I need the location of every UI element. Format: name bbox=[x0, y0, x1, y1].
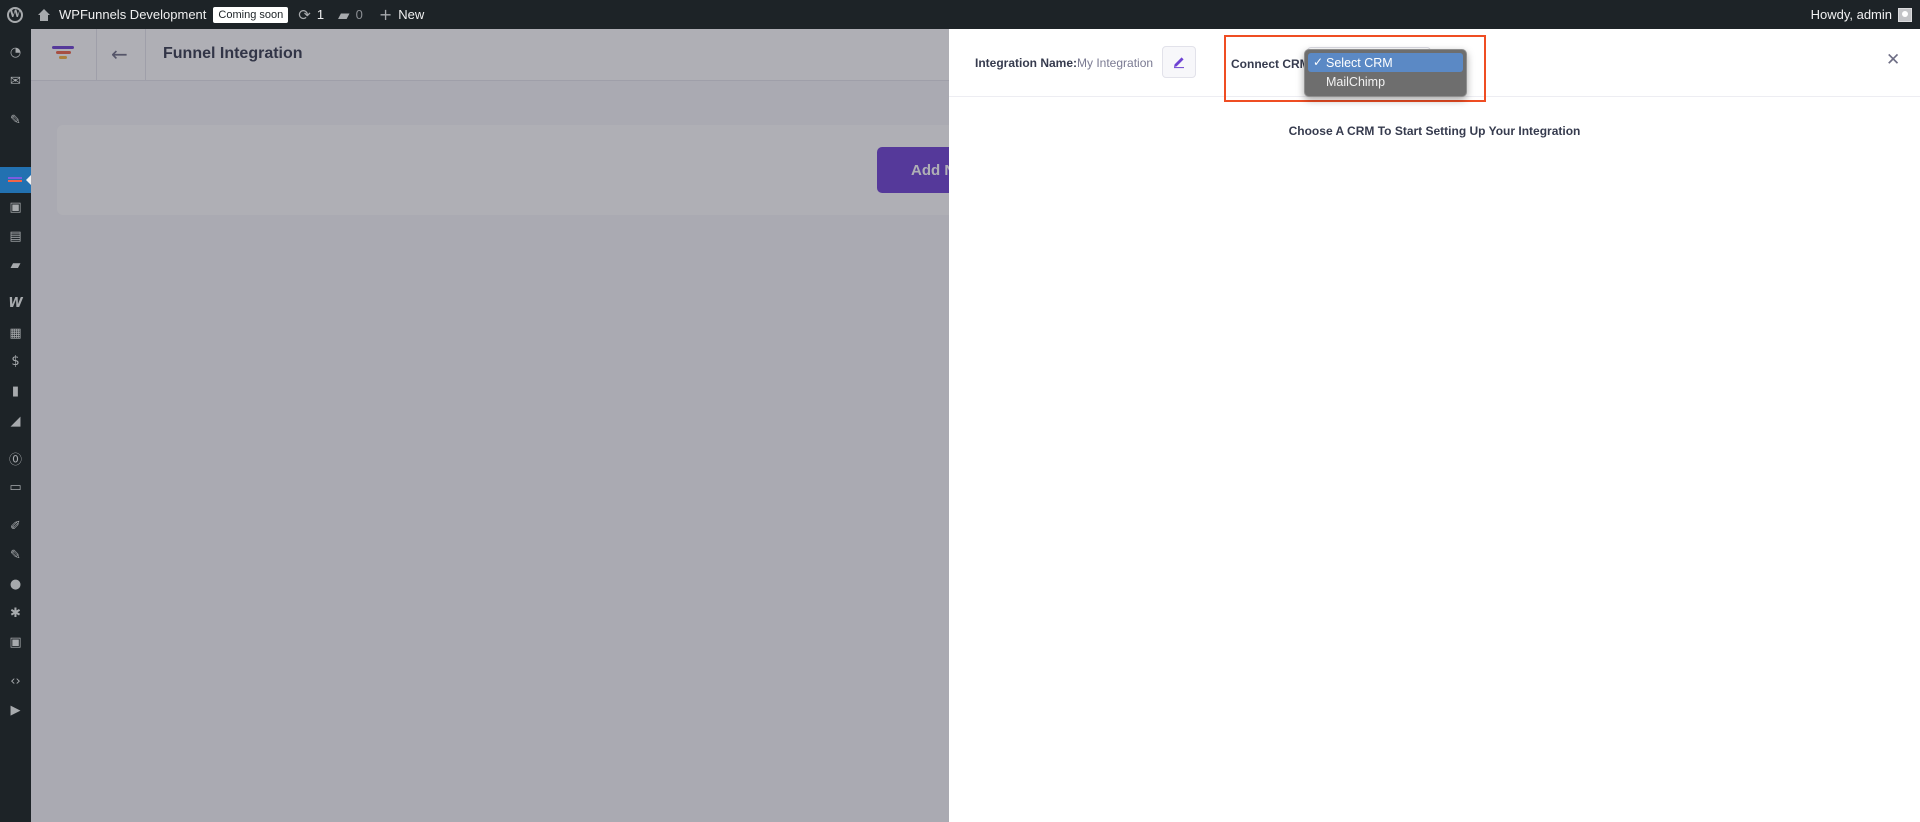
payments-icon[interactable]: $ bbox=[8, 354, 23, 369]
dashboard-icon[interactable]: ◔ bbox=[8, 45, 23, 60]
new-content-link[interactable]: + New bbox=[371, 0, 432, 29]
coming-soon-badge[interactable]: Coming soon bbox=[213, 6, 289, 23]
my-account-link[interactable]: Howdy, admin bbox=[1811, 0, 1912, 29]
media-icon[interactable]: ▣ bbox=[8, 200, 23, 215]
pin-icon[interactable]: ✎ bbox=[8, 113, 23, 128]
comments-icon[interactable]: ▰ bbox=[8, 258, 23, 273]
site-name: WPFunnels Development bbox=[59, 7, 207, 22]
close-icon[interactable]: ✕ bbox=[1886, 50, 1900, 70]
option-label: MailChimp bbox=[1326, 74, 1386, 89]
templates-icon[interactable]: ▭ bbox=[8, 480, 23, 495]
admin-sidebar-menu: ◔ ✉ ✎ ▣ ▤ ▰ W ▦ $ ▮ ◢ ⓪ ▭ ✐ ✎ ● ✱ ▣ ‹› ▶ bbox=[0, 29, 31, 822]
empty-state-message: Choose A CRM To Start Setting Up Your In… bbox=[1288, 124, 1581, 138]
checkmark-icon: ✓ bbox=[1313, 55, 1324, 69]
wordpress-logo-icon: W bbox=[7, 6, 23, 23]
site-name-link[interactable]: WPFunnels Development Coming soon bbox=[31, 0, 296, 29]
updates-icon: ⟳ bbox=[298, 5, 311, 24]
plus-icon: + bbox=[378, 5, 393, 24]
integration-name-value: My Integration bbox=[1077, 56, 1154, 70]
crm-option-select-crm[interactable]: ✓ Select CRM bbox=[1308, 53, 1463, 72]
new-label: New bbox=[398, 7, 425, 22]
option-label: Select CRM bbox=[1326, 55, 1393, 70]
crm-dropdown-list: ✓ Select CRM MailChimp bbox=[1304, 49, 1467, 97]
pages-icon[interactable]: ▤ bbox=[8, 229, 23, 244]
greeting: Howdy, admin bbox=[1810, 7, 1892, 22]
comments-count: 0 bbox=[355, 7, 363, 22]
appearance-icon[interactable]: ✐ bbox=[8, 519, 23, 534]
avatar bbox=[1898, 7, 1912, 22]
crm-option-mailchimp[interactable]: MailChimp bbox=[1308, 72, 1463, 91]
wp-logo-menu[interactable]: W bbox=[0, 0, 31, 29]
integration-drawer: Integration Name: My Integration Connect… bbox=[949, 29, 1920, 822]
pencil-icon bbox=[1174, 57, 1184, 69]
home-icon bbox=[37, 8, 51, 21]
wpfunnels-icon bbox=[8, 177, 22, 182]
updates-link[interactable]: ⟳ 1 bbox=[296, 0, 332, 29]
marketing-icon[interactable]: ◢ bbox=[8, 414, 23, 429]
users-icon[interactable]: ● bbox=[8, 577, 23, 592]
analytics-icon[interactable]: ▮ bbox=[8, 384, 23, 399]
admin-bar: W WPFunnels Development Coming soon ⟳ 1 … bbox=[0, 0, 1920, 29]
products-icon[interactable]: ▦ bbox=[8, 326, 23, 341]
comments-link[interactable]: ▰ 0 bbox=[332, 0, 371, 29]
code-icon[interactable]: ‹› bbox=[8, 674, 23, 689]
modal-overlay[interactable] bbox=[31, 29, 949, 822]
settings-icon[interactable]: ▣ bbox=[8, 635, 23, 650]
elementor-icon[interactable]: ⓪ bbox=[8, 451, 23, 468]
comment-icon: ▰ bbox=[338, 5, 350, 24]
integration-name-label: Integration Name: bbox=[975, 56, 1078, 70]
edit-name-button[interactable] bbox=[1162, 46, 1196, 78]
plugins-icon[interactable]: ✎ bbox=[8, 548, 23, 563]
mail-icon[interactable]: ✉ bbox=[8, 74, 23, 89]
play-icon[interactable]: ▶ bbox=[8, 703, 23, 718]
tools-icon[interactable]: ✱ bbox=[8, 606, 23, 621]
updates-count: 1 bbox=[316, 7, 325, 22]
woocommerce-icon[interactable]: W bbox=[8, 296, 23, 311]
